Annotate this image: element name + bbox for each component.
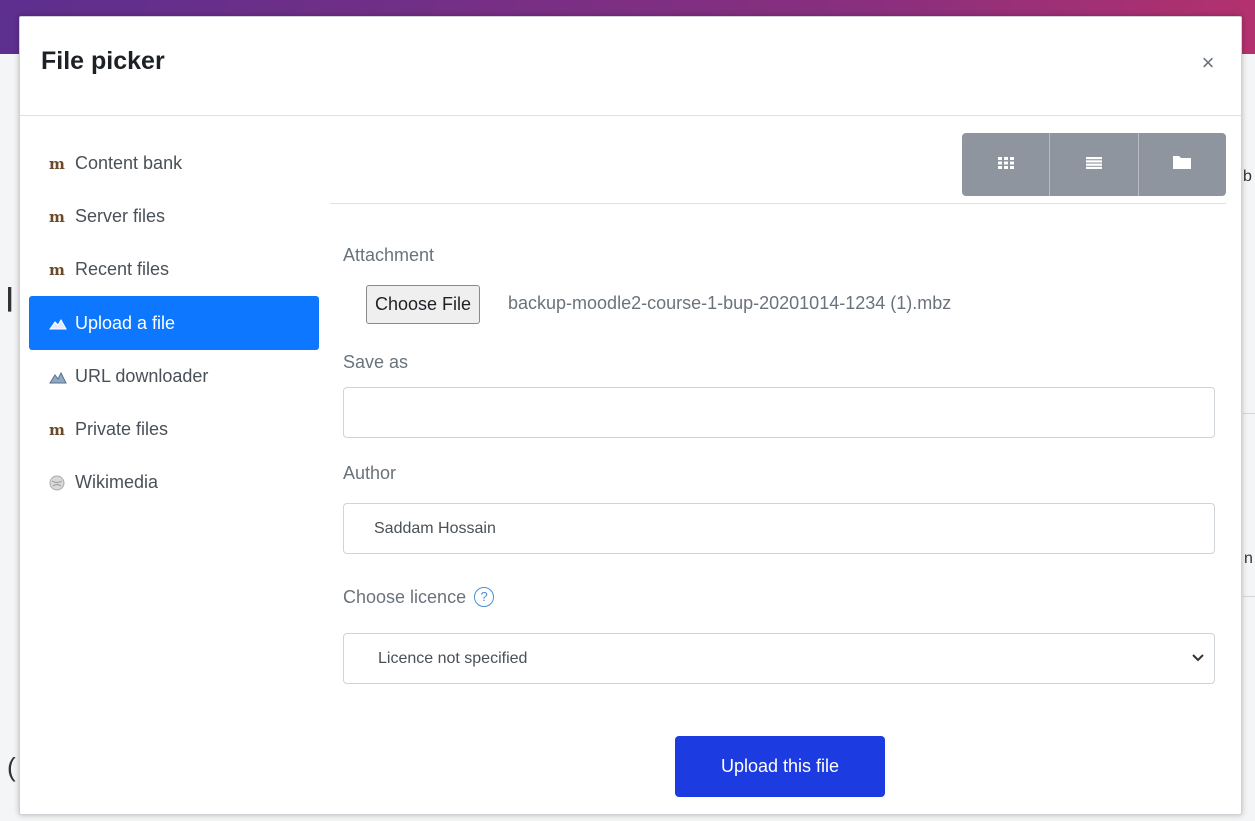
sidebar-item-recent-files[interactable]: m Recent files [29,243,319,296]
folder-view-button[interactable] [1139,133,1226,196]
sidebar-item-wikimedia[interactable]: Wikimedia [29,456,319,509]
help-icon[interactable]: ? [474,587,495,607]
moodle-icon: m [49,207,65,226]
toolbar-divider [330,203,1226,204]
sidebar-item-server-files[interactable]: m Server files [29,190,319,243]
save-as-label: Save as [343,352,409,372]
sidebar-item-label: Upload a file [75,312,176,333]
background-text: b [1243,168,1252,185]
save-as-input[interactable] [343,387,1215,438]
sidebar-item-private-files[interactable]: m Private files [29,403,319,456]
repository-sidebar: m Content bank m Server files m Recent f… [29,137,319,509]
sidebar-item-url-downloader[interactable]: URL downloader [29,350,319,403]
sidebar-item-upload-a-file[interactable]: Upload a file [29,296,319,350]
author-input[interactable]: Saddam Hossain [343,503,1215,554]
licence-selected-value: Licence not specified [378,650,528,667]
moodle-icon: m [49,154,65,173]
upload-file-button[interactable]: Upload this file [675,736,885,797]
background-divider [1243,596,1255,597]
url-download-icon [49,369,75,385]
view-switcher [962,133,1226,196]
sidebar-item-label: Recent files [75,259,170,279]
attachment-label: Attachment [343,245,435,265]
sidebar-item-label: Private files [75,419,169,439]
upload-icon [49,316,75,330]
grid-view-icon [997,156,1014,174]
background-text: | [6,282,14,312]
dialog-title: File picker [41,47,165,75]
sidebar-item-label: Server files [75,206,166,226]
sidebar-item-label: URL downloader [75,366,209,386]
file-picker-dialog: File picker × m Content bank m Server fi… [19,16,1242,815]
list-view-icon [1085,156,1102,174]
list-view-button[interactable] [1050,133,1139,196]
licence-label-row: Choose licence? [343,587,495,608]
wikimedia-icon [49,475,75,491]
chevron-down-icon [1192,634,1204,703]
grid-view-button[interactable] [962,133,1051,196]
licence-label: Choose licence [343,587,467,607]
choose-file-button[interactable]: Choose File [366,285,481,324]
background-text: n [1244,550,1253,567]
folder-view-icon [1173,155,1192,174]
close-button[interactable]: × [1197,51,1219,75]
background-divider [1243,413,1255,414]
author-label: Author [343,463,397,483]
sidebar-item-label: Content bank [75,153,183,173]
background-text: ( [7,752,16,782]
selected-file-name: backup-moodle2-course-1-bup-20201014-123… [508,293,952,313]
moodle-icon: m [49,260,65,279]
sidebar-item-label: Wikimedia [75,472,159,492]
sidebar-item-content-bank[interactable]: m Content bank [29,137,319,190]
moodle-icon: m [49,420,65,439]
dialog-header: File picker × [20,17,1241,116]
licence-select[interactable]: Licence not specified [343,633,1215,684]
